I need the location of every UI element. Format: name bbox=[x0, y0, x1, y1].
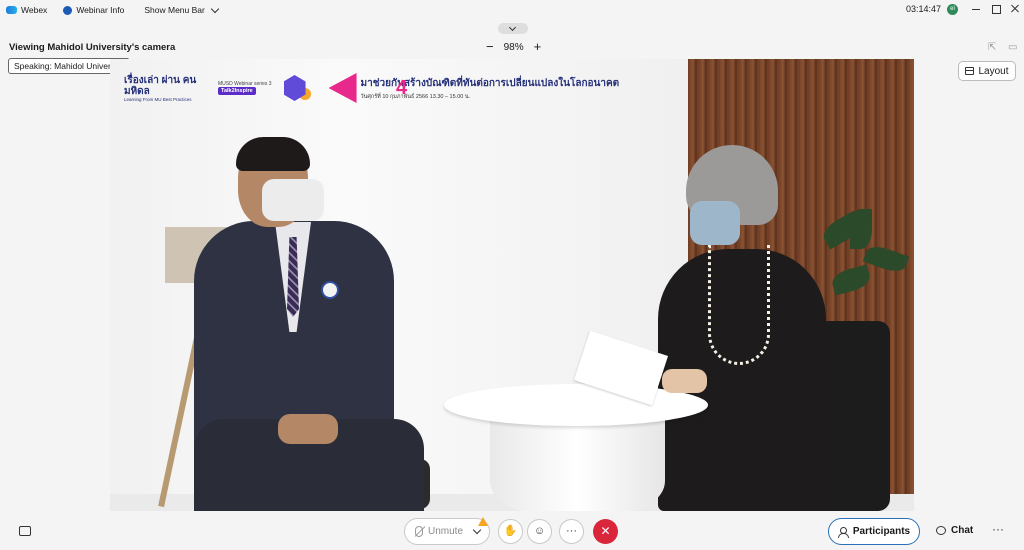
mic-off-icon bbox=[415, 526, 423, 537]
host-hands bbox=[662, 369, 707, 393]
title-bar: Webex Webinar Info Show Menu Bar bbox=[0, 0, 1024, 20]
annotate-icon[interactable]: ⇱ bbox=[988, 42, 996, 53]
show-menu-bar-label: Show Menu Bar bbox=[144, 5, 205, 15]
maximize-icon[interactable] bbox=[990, 3, 1002, 15]
talk-label: Talk2Inspire bbox=[218, 87, 256, 95]
zoom-control: − 98% + bbox=[486, 40, 542, 53]
layout-button[interactable]: Layout bbox=[958, 61, 1016, 81]
webinar-info-label: Webinar Info bbox=[76, 5, 125, 15]
chat-label: Chat bbox=[951, 525, 974, 536]
webex-menu[interactable]: Webex bbox=[6, 5, 47, 15]
warning-icon bbox=[478, 517, 488, 526]
layout-icon bbox=[965, 67, 975, 75]
episode-badge-icon bbox=[328, 73, 357, 103]
reactions-icon: ☺ bbox=[533, 525, 546, 537]
minimize-icon[interactable] bbox=[970, 3, 982, 15]
episode-number: 4 bbox=[396, 77, 408, 99]
participants-icon bbox=[837, 526, 849, 538]
zoom-in-button[interactable]: + bbox=[534, 40, 542, 53]
chevron-down-icon bbox=[508, 23, 517, 32]
brand-title: เรื่องเล่า ผ่าน คนมหิดล bbox=[124, 74, 197, 97]
reactions-button[interactable]: ☺ bbox=[527, 519, 552, 544]
brand-block: เรื่องเล่า ผ่าน คนมหิดล Learning From MU… bbox=[124, 75, 202, 102]
show-menu-bar-button[interactable]: Show Menu Bar bbox=[144, 4, 220, 15]
end-call-icon: ✕ bbox=[600, 524, 611, 538]
captions-icon[interactable] bbox=[19, 526, 31, 536]
guest-hair bbox=[236, 137, 310, 171]
chat-icon bbox=[936, 526, 946, 535]
zoom-level: 98% bbox=[503, 41, 524, 53]
raise-hand-icon: ✋ bbox=[503, 525, 518, 537]
talk-block: MUSD Webinar series 3 Talk2Inspire bbox=[218, 81, 272, 95]
chevron-down-icon bbox=[210, 4, 220, 13]
plant-leaf bbox=[850, 209, 872, 249]
chat-button[interactable]: Chat bbox=[936, 525, 973, 536]
collapse-toolbar-button[interactable] bbox=[498, 23, 528, 34]
participants-button[interactable]: Participants bbox=[828, 518, 920, 545]
pearl-necklace bbox=[708, 245, 770, 365]
meeting-clock: 03:14:47 bbox=[906, 4, 942, 14]
face-mask bbox=[690, 201, 740, 245]
control-bar: Unmute ✋ ☺ ··· ✕ Participants Chat ··· bbox=[0, 513, 1024, 550]
layout-label: Layout bbox=[978, 65, 1009, 77]
end-call-button[interactable]: ✕ bbox=[593, 519, 618, 544]
guest-hands bbox=[278, 414, 338, 444]
unmute-label: Unmute bbox=[428, 526, 464, 537]
avatar[interactable]: el bbox=[947, 4, 958, 15]
close-icon[interactable] bbox=[1009, 3, 1021, 15]
video-feed[interactable]: เรื่องเล่า ผ่าน คนมหิดล Learning From MU… bbox=[110, 59, 914, 511]
chevron-down-icon[interactable] bbox=[472, 525, 482, 535]
webinar-info-menu[interactable]: Webinar Info bbox=[63, 5, 124, 15]
event-banner: เรื่องเล่า ผ่าน คนมหิดล Learning From MU… bbox=[124, 73, 619, 103]
popout-icon[interactable]: ▭ bbox=[1008, 42, 1017, 53]
more-button[interactable]: ··· bbox=[559, 519, 584, 544]
participants-label: Participants bbox=[852, 526, 911, 537]
more-icon: ··· bbox=[566, 525, 577, 537]
app-name: Webex bbox=[21, 5, 48, 15]
webex-logo-icon bbox=[6, 6, 17, 14]
raise-hand-button[interactable]: ✋ bbox=[498, 519, 523, 544]
zoom-out-button[interactable]: − bbox=[486, 40, 494, 53]
university-pin bbox=[321, 281, 339, 299]
face-mask bbox=[262, 179, 324, 221]
more-options-icon[interactable]: ··· bbox=[992, 522, 1004, 536]
brand-subtitle: Learning From MU Best Practices bbox=[124, 96, 192, 102]
info-icon bbox=[63, 5, 73, 15]
viewing-label: Viewing Mahidol University's camera bbox=[9, 42, 176, 53]
